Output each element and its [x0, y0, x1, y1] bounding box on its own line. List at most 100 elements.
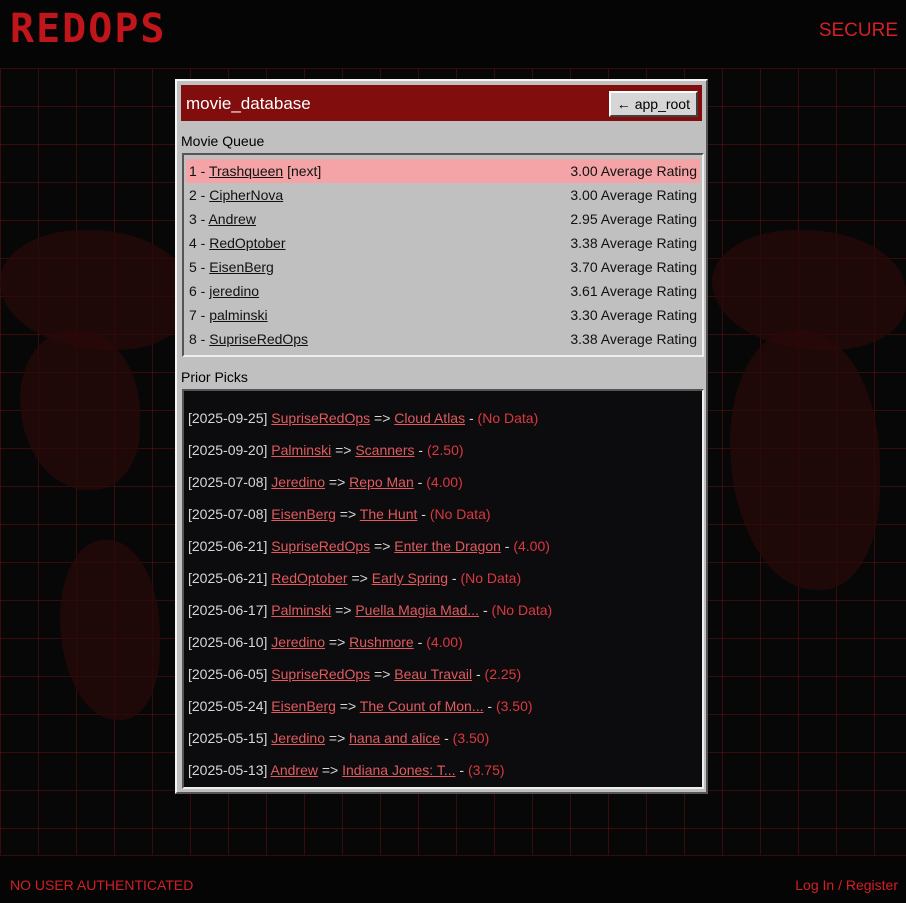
queue-tag: [next] — [283, 163, 322, 179]
pick-user-link[interactable]: SupriseRedOps — [271, 666, 370, 682]
queue-rating: 3.00 Average Rating — [570, 163, 697, 179]
queue-row: 4 - RedOptober 3.38 Average Rating — [186, 231, 700, 255]
queue-entry: 8 - SupriseRedOps — [189, 327, 308, 351]
queue-rating: 3.61 Average Rating — [570, 283, 697, 299]
queue-user-link[interactable]: Andrew — [208, 211, 255, 227]
pick-date: [2025-06-21] — [188, 538, 272, 554]
pick-rating: (No Data) — [491, 602, 553, 618]
queue-row: 3 - Andrew 2.95 Average Rating — [186, 207, 700, 231]
queue-row: 2 - CipherNova 3.00 Average Rating — [186, 183, 700, 207]
pick-row: [2025-06-17] Palminski => Puella Magia M… — [184, 594, 702, 626]
queue-rating: 2.95 Average Rating — [570, 211, 697, 227]
pick-arrow: => — [347, 570, 372, 586]
bottom-bar: NO USER AUTHENTICATED Log In / Register — [0, 855, 906, 903]
pick-date: [2025-06-21] — [188, 570, 272, 586]
pick-movie-link[interactable]: Puella Magia Mad... — [355, 602, 479, 618]
secure-status: SECURE — [818, 20, 898, 41]
pick-arrow: => — [335, 698, 360, 714]
pick-separator: - — [413, 474, 427, 490]
window-title: movie_database — [186, 94, 311, 113]
pick-date: [2025-05-13] — [188, 762, 271, 778]
queue-user-link[interactable]: EisenBerg — [209, 259, 274, 275]
pick-movie-link[interactable]: Rushmore — [349, 634, 414, 650]
map-landmass — [0, 230, 190, 350]
pick-movie-link[interactable]: Repo Man — [349, 474, 414, 490]
queue-position: 8 - — [189, 331, 210, 347]
pick-user-link[interactable]: Jeredino — [271, 730, 325, 746]
pick-user-link[interactable]: Palminski — [271, 442, 331, 458]
queue-row: 6 - jeredino 3.61 Average Rating — [186, 279, 700, 303]
pick-row: [2025-05-13] Andrew => Indiana Jones: T.… — [184, 754, 702, 786]
pick-movie-link[interactable]: Indiana Jones: T... — [342, 762, 455, 778]
pick-separator: - — [500, 538, 514, 554]
pick-date: [2025-09-20] — [188, 442, 272, 458]
pick-arrow: => — [325, 634, 350, 650]
pick-date: [2025-07-08] — [188, 506, 272, 522]
login-register-link[interactable]: Log In / Register — [795, 877, 898, 893]
auth-status: NO USER AUTHENTICATED — [10, 877, 194, 893]
map-landmass — [730, 330, 880, 590]
pick-date: [2025-07-08] — [188, 474, 272, 490]
pick-user-link[interactable]: EisenBerg — [271, 698, 336, 714]
queue-label: Movie Queue — [181, 133, 265, 149]
pick-arrow: => — [325, 730, 350, 746]
movie-queue-list: 1 - Trashqueen [next] 3.00 Average Rating… — [182, 153, 704, 357]
queue-user-link[interactable]: RedOptober — [209, 235, 285, 251]
pick-user-link[interactable]: RedOptober — [271, 570, 347, 586]
pick-row: [2025-06-10] Jeredino => Rushmore - (4.0… — [184, 626, 702, 658]
logo: REDOPS — [10, 6, 167, 52]
pick-movie-link[interactable]: Scanners — [355, 442, 414, 458]
pick-separator: - — [447, 570, 461, 586]
queue-user-link[interactable]: Trashqueen — [209, 163, 283, 179]
pick-separator: - — [417, 506, 430, 522]
pick-user-link[interactable]: Jeredino — [271, 474, 325, 490]
pick-rating: (3.50) — [495, 698, 533, 714]
pick-row: [2025-06-21] RedOptober => Early Spring … — [184, 562, 702, 594]
pick-movie-link[interactable]: The Count of Mon... — [360, 698, 484, 714]
pick-movie-link[interactable]: Cloud Atlas — [394, 410, 465, 426]
queue-user-link[interactable]: jeredino — [209, 283, 259, 299]
queue-row: 5 - EisenBerg 3.70 Average Rating — [186, 255, 700, 279]
pick-arrow: => — [325, 474, 350, 490]
movie-database-window: movie_database ← app_root Movie Queue 1 … — [175, 79, 708, 794]
queue-entry: 2 - CipherNova — [189, 183, 283, 207]
queue-rating: 3.70 Average Rating — [570, 259, 697, 275]
pick-user-link[interactable]: Palminski — [271, 602, 331, 618]
pick-user-link[interactable]: SupriseRedOps — [271, 538, 370, 554]
pick-movie-link[interactable]: hana and alice — [349, 730, 440, 746]
pick-separator: - — [465, 410, 478, 426]
pick-rating: (No Data) — [477, 410, 539, 426]
pick-arrow: => — [335, 506, 360, 522]
pick-movie-link[interactable]: Beau Travail — [394, 666, 472, 682]
queue-position: 3 - — [189, 211, 209, 227]
queue-position: 6 - — [189, 283, 210, 299]
pick-rating: (3.50) — [452, 730, 490, 746]
back-to-app-root-button[interactable]: ← app_root — [608, 91, 698, 117]
pick-movie-link[interactable]: The Hunt — [360, 506, 418, 522]
queue-user-link[interactable]: palminski — [209, 307, 267, 323]
prior-picks-label: Prior Picks — [181, 369, 248, 385]
pick-row: [2025-07-08] Jeredino => Repo Man - (4.0… — [184, 466, 702, 498]
pick-user-link[interactable]: Andrew — [271, 762, 318, 778]
pick-arrow: => — [370, 538, 395, 554]
pick-movie-link[interactable]: Enter the Dragon — [394, 538, 501, 554]
pick-row: [2025-09-25] SupriseRedOps => Cloud Atla… — [184, 402, 702, 434]
pick-user-link[interactable]: Jeredino — [271, 634, 325, 650]
pick-row: [2025-05-15] Jeredino => hana and alice … — [184, 722, 702, 754]
pick-user-link[interactable]: SupriseRedOps — [271, 410, 370, 426]
queue-user-link[interactable]: CipherNova — [209, 187, 283, 203]
pick-row: [2025-07-08] EisenBerg => The Hunt - (No… — [184, 498, 702, 530]
pick-date: [2025-09-25] — [188, 410, 272, 426]
pick-rating: (4.00) — [513, 538, 550, 554]
pick-rating: (4.00) — [426, 474, 463, 490]
pick-separator: - — [440, 730, 453, 746]
queue-rating: 3.00 Average Rating — [570, 187, 697, 203]
pick-movie-link[interactable]: Early Spring — [372, 570, 448, 586]
pick-separator: - — [483, 698, 496, 714]
pick-user-link[interactable]: EisenBerg — [271, 506, 336, 522]
pick-row: [2025-06-21] SupriseRedOps => Enter the … — [184, 530, 702, 562]
queue-user-link[interactable]: SupriseRedOps — [209, 331, 308, 347]
queue-position: 1 - — [189, 163, 209, 179]
pick-rating: (3.75) — [467, 762, 505, 778]
queue-row: 8 - SupriseRedOps 3.38 Average Rating — [186, 327, 700, 351]
